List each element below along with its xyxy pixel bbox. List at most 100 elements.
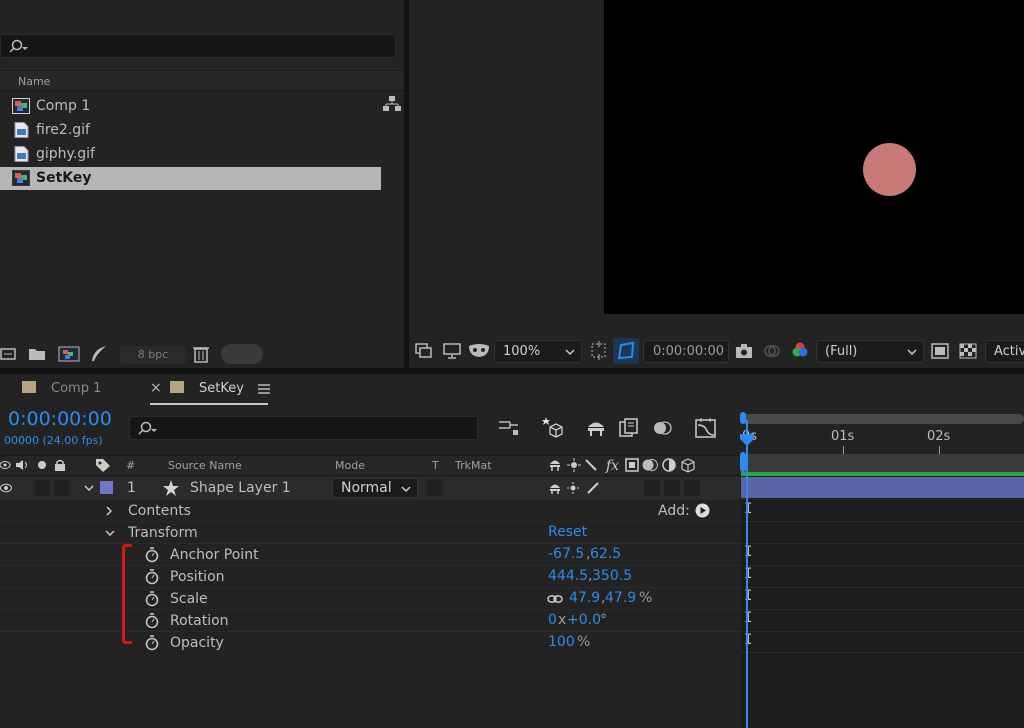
mask-visibility-icon[interactable] (468, 343, 490, 359)
project-item-label: giphy.gif (36, 146, 95, 162)
project-scroll-thumb[interactable] (221, 344, 263, 364)
color-channel-icon[interactable] (791, 341, 809, 359)
position-x[interactable]: 444.5 (548, 568, 588, 584)
composition-flowchart-icon[interactable] (498, 418, 520, 438)
active-camera-select[interactable]: Activ (985, 340, 1024, 363)
opacity-value[interactable]: 100 (548, 634, 575, 650)
project-column-header[interactable]: Name (0, 70, 404, 91)
navigator-start-handle[interactable] (740, 412, 746, 424)
rotation-degrees[interactable]: +0.0 (567, 612, 601, 628)
zoom-value: 100% (503, 344, 541, 359)
layer-name[interactable]: Shape Layer 1 (190, 480, 291, 496)
layer-label-color[interactable] (100, 481, 113, 494)
shape-layer-circle[interactable] (863, 143, 916, 196)
stopwatch-icon[interactable] (145, 591, 159, 607)
fast-previews-icon[interactable] (931, 343, 949, 359)
interpret-footage-icon[interactable] (0, 346, 18, 362)
blend-mode-select[interactable]: Normal (332, 478, 418, 498)
always-preview-icon[interactable] (415, 343, 433, 359)
region-of-interest-icon[interactable] (589, 341, 609, 361)
opacity-row[interactable]: Opacity 100 % (0, 631, 740, 653)
search-icon (9, 39, 28, 53)
current-time-indicator-head[interactable] (739, 433, 755, 447)
switch-box[interactable] (664, 480, 680, 496)
project-item-giphy[interactable]: giphy.gif (0, 143, 381, 166)
anchor-point-y[interactable]: 62.5 (590, 546, 621, 562)
project-item-fire2[interactable]: fire2.gif (0, 119, 381, 142)
solo-switch[interactable] (34, 480, 50, 496)
add-menu-icon[interactable] (695, 503, 710, 518)
new-composition-icon[interactable] (58, 346, 80, 362)
project-search-input[interactable] (0, 34, 396, 58)
draft-3d-icon[interactable] (540, 416, 564, 438)
timeline-search-input[interactable] (129, 416, 478, 440)
chevron-down-icon[interactable] (84, 485, 94, 491)
tab-comp1[interactable]: Comp 1 (51, 381, 101, 396)
new-folder-icon[interactable] (28, 346, 46, 362)
label-tag-icon[interactable] (95, 458, 111, 472)
project-item-label: Comp 1 (36, 98, 91, 114)
constrain-proportions-link-icon[interactable] (547, 594, 563, 604)
scale-unit: % (639, 590, 653, 606)
track-matte-switch[interactable] (426, 479, 443, 496)
transform-reset-link[interactable]: Reset (548, 524, 587, 540)
chevron-down-icon[interactable] (105, 530, 115, 536)
close-tab-icon[interactable]: × (150, 380, 162, 396)
rotation-row[interactable]: Rotation 0 x +0.0 ° (0, 609, 740, 631)
active-tab-indicator (150, 403, 268, 405)
switch-box[interactable] (684, 480, 700, 496)
source-name-column-label: Source Name (168, 459, 242, 472)
rotation-unit: ° (600, 612, 607, 628)
anchor-point-row[interactable]: Anchor Point -67.5 , 62.5 (0, 543, 740, 565)
scale-x[interactable]: 47.9 (569, 590, 600, 606)
stopwatch-icon[interactable] (145, 569, 159, 585)
motion-blur-icon[interactable] (652, 418, 674, 438)
graph-editor-icon[interactable] (695, 417, 717, 439)
shy-layers-icon[interactable] (586, 418, 606, 438)
scale-y[interactable]: 47.9 (605, 590, 636, 606)
project-item-setkey[interactable]: SetKey (0, 167, 381, 190)
anchor-point-x[interactable]: -67.5 (548, 546, 584, 562)
contents-row[interactable]: Contents Add: (0, 499, 740, 521)
camera-icon[interactable] (735, 343, 753, 359)
trash-icon[interactable] (193, 345, 209, 363)
position-y[interactable]: 350.5 (592, 568, 632, 584)
switches-header-icons[interactable]: fx (548, 457, 698, 473)
project-item-comp1[interactable]: Comp 1 (0, 95, 381, 118)
mode-column-label: Mode (335, 459, 365, 472)
composition-canvas[interactable] (604, 0, 1024, 314)
zoom-select[interactable]: 100% (494, 340, 582, 363)
scale-row[interactable]: Scale 47.9 , 47.9 % (0, 587, 740, 609)
bit-depth-button[interactable]: 8 bpc (120, 346, 186, 364)
resolution-select[interactable]: (Full) (816, 340, 924, 363)
flowchart-icon[interactable] (383, 96, 401, 112)
switch-box[interactable] (644, 480, 660, 496)
show-snapshot-icon[interactable] (763, 343, 781, 359)
tab-menu-icon[interactable] (258, 384, 270, 394)
stopwatch-icon[interactable] (145, 613, 159, 629)
stopwatch-icon[interactable] (145, 547, 159, 563)
monitor-icon[interactable] (443, 343, 461, 359)
rotation-revolutions[interactable]: 0 (548, 612, 557, 628)
frame-blending-icon[interactable] (619, 418, 639, 438)
add-label: Add: (658, 503, 690, 519)
tab-setkey[interactable]: SetKey (199, 381, 244, 396)
chevron-right-icon[interactable] (106, 506, 112, 516)
viewer-time-field[interactable]: 0:00:00:00 (643, 340, 729, 363)
feather-icon[interactable] (90, 345, 108, 363)
work-area-bar[interactable] (741, 454, 1024, 472)
transparency-grid-icon[interactable] (959, 343, 977, 359)
work-area-start-handle[interactable] (740, 452, 746, 472)
stopwatch-icon[interactable] (145, 635, 159, 651)
layer-duration-bar[interactable] (741, 477, 1024, 498)
av-features-icons[interactable] (0, 459, 70, 471)
lock-switch[interactable] (54, 480, 70, 496)
transform-row[interactable]: Transform Reset (0, 521, 740, 543)
current-time-indicator-line[interactable] (746, 420, 748, 728)
eye-icon[interactable] (0, 483, 12, 493)
position-row[interactable]: Position 444.5 , 350.5 (0, 565, 740, 587)
transparency-grid-toggle[interactable] (613, 338, 639, 364)
time-navigator-bar[interactable] (741, 414, 1024, 424)
current-time-display[interactable]: 0:00:00:00 (8, 408, 112, 430)
layer-switches[interactable] (548, 481, 608, 495)
